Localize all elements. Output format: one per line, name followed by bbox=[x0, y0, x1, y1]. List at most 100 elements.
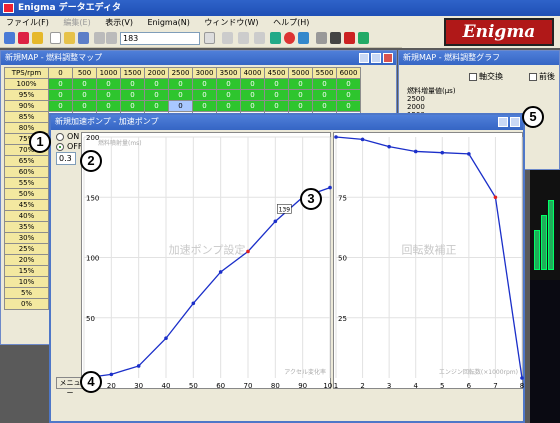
map-cell[interactable]: 0 bbox=[192, 100, 217, 112]
dropdown-arrow-icon[interactable] bbox=[204, 32, 215, 44]
maximize-icon[interactable] bbox=[371, 53, 381, 63]
minimize-icon[interactable] bbox=[498, 117, 508, 127]
map-cell[interactable]: 0 bbox=[96, 89, 121, 101]
map-cell[interactable]: 0 bbox=[288, 78, 313, 90]
map-cell[interactable]: 0 bbox=[264, 89, 289, 101]
front-rear-checkbox[interactable]: 前後 bbox=[529, 71, 555, 82]
multiply-icon[interactable] bbox=[254, 32, 265, 44]
map-cell[interactable]: 0 bbox=[72, 100, 97, 112]
tps-row-header: 30% bbox=[4, 232, 49, 244]
tps-row-header: 65% bbox=[4, 155, 49, 167]
map-cell[interactable]: 0 bbox=[288, 89, 313, 101]
open-folder-icon[interactable] bbox=[64, 32, 75, 44]
tps-row-header: 100% bbox=[4, 78, 49, 90]
graph-icon[interactable] bbox=[270, 32, 281, 44]
x-tick-label: 60 bbox=[216, 382, 225, 390]
accel-pump-plot[interactable]: 加速ポンプ設定燃料噴射量(ms)アクセル変化率20015010050102030… bbox=[80, 132, 337, 390]
map-cell[interactable]: 0 bbox=[336, 78, 361, 90]
rpm-header: 1000 bbox=[96, 67, 121, 79]
rpm-correction-chart[interactable]: 回転数補正エンジン回転数(×1000rpm) 75 50 25 1 2 3 4 5 6 7 8 bbox=[334, 133, 524, 390]
x-tick-label: 3 bbox=[387, 382, 391, 390]
menu-view[interactable]: 表示(V) bbox=[99, 16, 139, 29]
map-cell[interactable]: 0 bbox=[336, 100, 361, 112]
minus-icon[interactable] bbox=[238, 32, 249, 44]
menu-window[interactable]: ウィンドウ(W) bbox=[198, 16, 264, 29]
app-titlebar: Enigma データエディタ bbox=[0, 0, 560, 16]
map-cell[interactable]: 0 bbox=[312, 78, 337, 90]
menu-enigma[interactable]: Enigma(N) bbox=[142, 16, 196, 29]
map-cell[interactable]: 0 bbox=[216, 89, 241, 101]
plus-icon[interactable] bbox=[222, 32, 233, 44]
x-tick-label: 4 bbox=[413, 382, 418, 390]
radio-off[interactable]: OFF bbox=[56, 142, 83, 151]
accel-pump-chart[interactable]: 加速ポンプ設定燃料噴射量(ms)アクセル変化率20015010050102030… bbox=[80, 133, 337, 390]
tool-icon[interactable] bbox=[18, 32, 29, 44]
pointer-icon[interactable] bbox=[4, 32, 15, 44]
map-cell[interactable]: 0 bbox=[72, 78, 97, 90]
menu-file[interactable]: ファイル(F) bbox=[0, 16, 55, 29]
minimize-icon[interactable] bbox=[359, 53, 369, 63]
close-icon[interactable] bbox=[383, 53, 393, 63]
map-cell[interactable]: 0 bbox=[264, 78, 289, 90]
pump-window-buttons bbox=[496, 117, 520, 130]
new-file-icon[interactable] bbox=[50, 32, 61, 44]
write-icon[interactable] bbox=[358, 32, 369, 44]
tps-row-header: 40% bbox=[4, 210, 49, 222]
map-cell[interactable]: 0 bbox=[96, 78, 121, 90]
map-cell[interactable]: 0 bbox=[192, 89, 217, 101]
map-cell[interactable]: 0 bbox=[48, 89, 73, 101]
link-icon[interactable] bbox=[316, 32, 327, 44]
paste-icon[interactable] bbox=[106, 32, 117, 44]
map-cell[interactable]: 0 bbox=[168, 78, 193, 90]
menu-edit[interactable]: 編集(E) bbox=[57, 16, 96, 29]
map-cell[interactable]: 0 bbox=[336, 89, 361, 101]
map-cell[interactable]: 0 bbox=[168, 100, 193, 112]
map-cell[interactable]: 0 bbox=[120, 100, 145, 112]
x-tick-label: 70 bbox=[244, 382, 253, 390]
map-cell[interactable]: 0 bbox=[96, 100, 121, 112]
map-cell[interactable]: 0 bbox=[48, 78, 73, 90]
map-cell[interactable]: 0 bbox=[288, 100, 313, 112]
rpm-correction-plot[interactable]: 回転数補正 エンジン回転数(×1000rpm) 75 50 25 1 2 3 4 5 6 7 8 bbox=[333, 132, 524, 390]
gauge-icon[interactable] bbox=[284, 32, 295, 44]
map-cell[interactable]: 0 bbox=[192, 78, 217, 90]
map-cell[interactable]: 0 bbox=[144, 100, 169, 112]
window-buttons bbox=[357, 53, 393, 66]
x-tick-label: 80 bbox=[271, 382, 280, 390]
map-cell[interactable]: 0 bbox=[144, 89, 169, 101]
monitor-icon[interactable] bbox=[298, 32, 309, 44]
map-cell[interactable]: 0 bbox=[240, 89, 265, 101]
callout-4: 4 bbox=[80, 371, 102, 393]
map-cell[interactable]: 0 bbox=[240, 78, 265, 90]
map-cell[interactable]: 0 bbox=[144, 78, 169, 90]
map-cell[interactable]: 0 bbox=[120, 78, 145, 90]
axis-swap-checkbox[interactable]: 軸交換 bbox=[469, 71, 503, 82]
map-cell[interactable]: 0 bbox=[264, 100, 289, 112]
map-cell[interactable]: 0 bbox=[72, 89, 97, 101]
x-tick-label: 30 bbox=[134, 382, 143, 390]
maximize-icon[interactable] bbox=[510, 117, 520, 127]
y-tick-label: 150 bbox=[86, 194, 99, 202]
pump-value-spinner[interactable]: 0.3 bbox=[56, 152, 76, 165]
tps-row-header: 5% bbox=[4, 287, 49, 299]
map-cell[interactable]: 0 bbox=[120, 89, 145, 101]
value-field[interactable]: 183 bbox=[120, 32, 200, 45]
data-point bbox=[246, 249, 250, 254]
copy-icon[interactable] bbox=[94, 32, 105, 44]
map-cell[interactable]: 0 bbox=[216, 100, 241, 112]
upload-icon[interactable] bbox=[344, 32, 355, 44]
map-cell[interactable]: 0 bbox=[240, 100, 265, 112]
map-cell[interactable]: 0 bbox=[312, 100, 337, 112]
map-cell[interactable]: 0 bbox=[168, 89, 193, 101]
download-icon[interactable] bbox=[330, 32, 341, 44]
wrench-icon[interactable] bbox=[32, 32, 43, 44]
save-icon[interactable] bbox=[78, 32, 89, 44]
map-cell[interactable]: 0 bbox=[216, 78, 241, 90]
tps-row-header: 0% bbox=[4, 298, 49, 310]
radio-on[interactable]: ON bbox=[56, 132, 79, 141]
data-point bbox=[191, 301, 196, 306]
map-cell[interactable]: 0 bbox=[312, 89, 337, 101]
menu-help[interactable]: ヘルプ(H) bbox=[267, 16, 315, 29]
map-cell[interactable]: 0 bbox=[48, 100, 73, 112]
x-axis-label: アクセル変化率 bbox=[284, 368, 326, 376]
